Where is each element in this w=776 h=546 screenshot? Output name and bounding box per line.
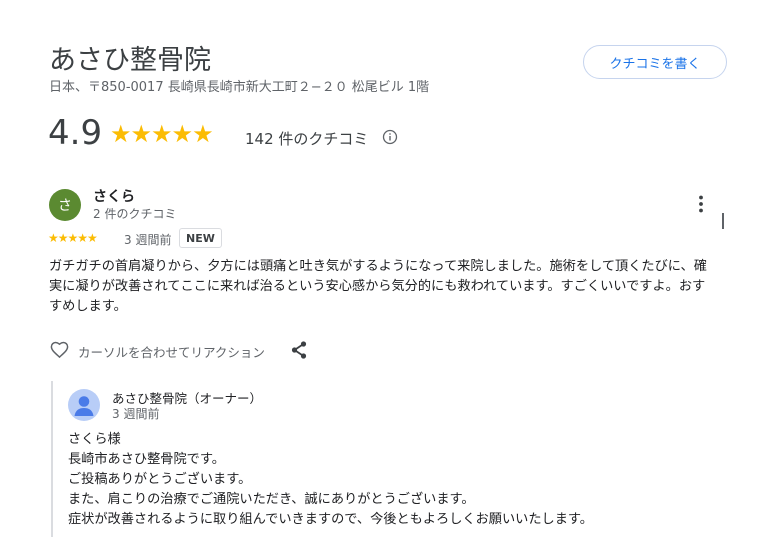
reviewer-avatar[interactable]: さ [49,189,81,221]
owner-response-line: また、肩こりの治療でご通院いただき、誠にありがとうございます。 [68,492,475,507]
overall-stars: ★★★★★ [110,120,214,148]
reviewer-review-count: 2 件のクチコミ [93,207,177,221]
owner-response-line: さくら様 [68,432,121,447]
person-avatar-icon [68,389,100,421]
reviewer-name[interactable]: さくら [93,186,135,206]
overall-rating: 4.9 [48,113,103,153]
owner-response-line: ご投稿ありがとうございます。 [68,472,252,487]
owner-response-text: さくら様 長崎市あさひ整骨院です。 ご投稿ありがとうございます。 また、肩こりの… [68,430,708,530]
owner-response-line: 症状が改善されるように取り組んでいきますので、今後ともよろしくお願いいたします。 [68,512,593,527]
owner-response-date: 3 週間前 [112,407,160,421]
place-title: あさひ整骨院 [49,45,211,76]
review-text: ガチガチの首肩凝りから、夕方には頭痛と吐き気がするようになって来院しました。施術… [49,259,707,314]
new-badge: NEW [179,228,222,248]
info-icon[interactable] [382,129,398,145]
review-date: 3 週間前 [124,233,172,247]
share-icon[interactable] [290,340,308,360]
review-stars: ★★★★★ [48,231,98,245]
heart-outline-icon[interactable] [49,340,70,360]
place-address: 日本、〒850-0017 長崎県長崎市新大工町２−２０ 松尾ビル 1階 [49,80,430,95]
react-label[interactable]: カーソルを合わせてリアクション [78,342,265,361]
owner-response-border [51,381,53,537]
review-count: 142 件のクチコミ [245,130,369,148]
write-review-button[interactable]: クチコミを書く [583,45,727,79]
owner-response-line: 長崎市あさひ整骨院です。 [68,452,225,467]
scrollbar-thumb[interactable] [722,213,724,229]
more-vert-icon[interactable] [692,194,710,214]
